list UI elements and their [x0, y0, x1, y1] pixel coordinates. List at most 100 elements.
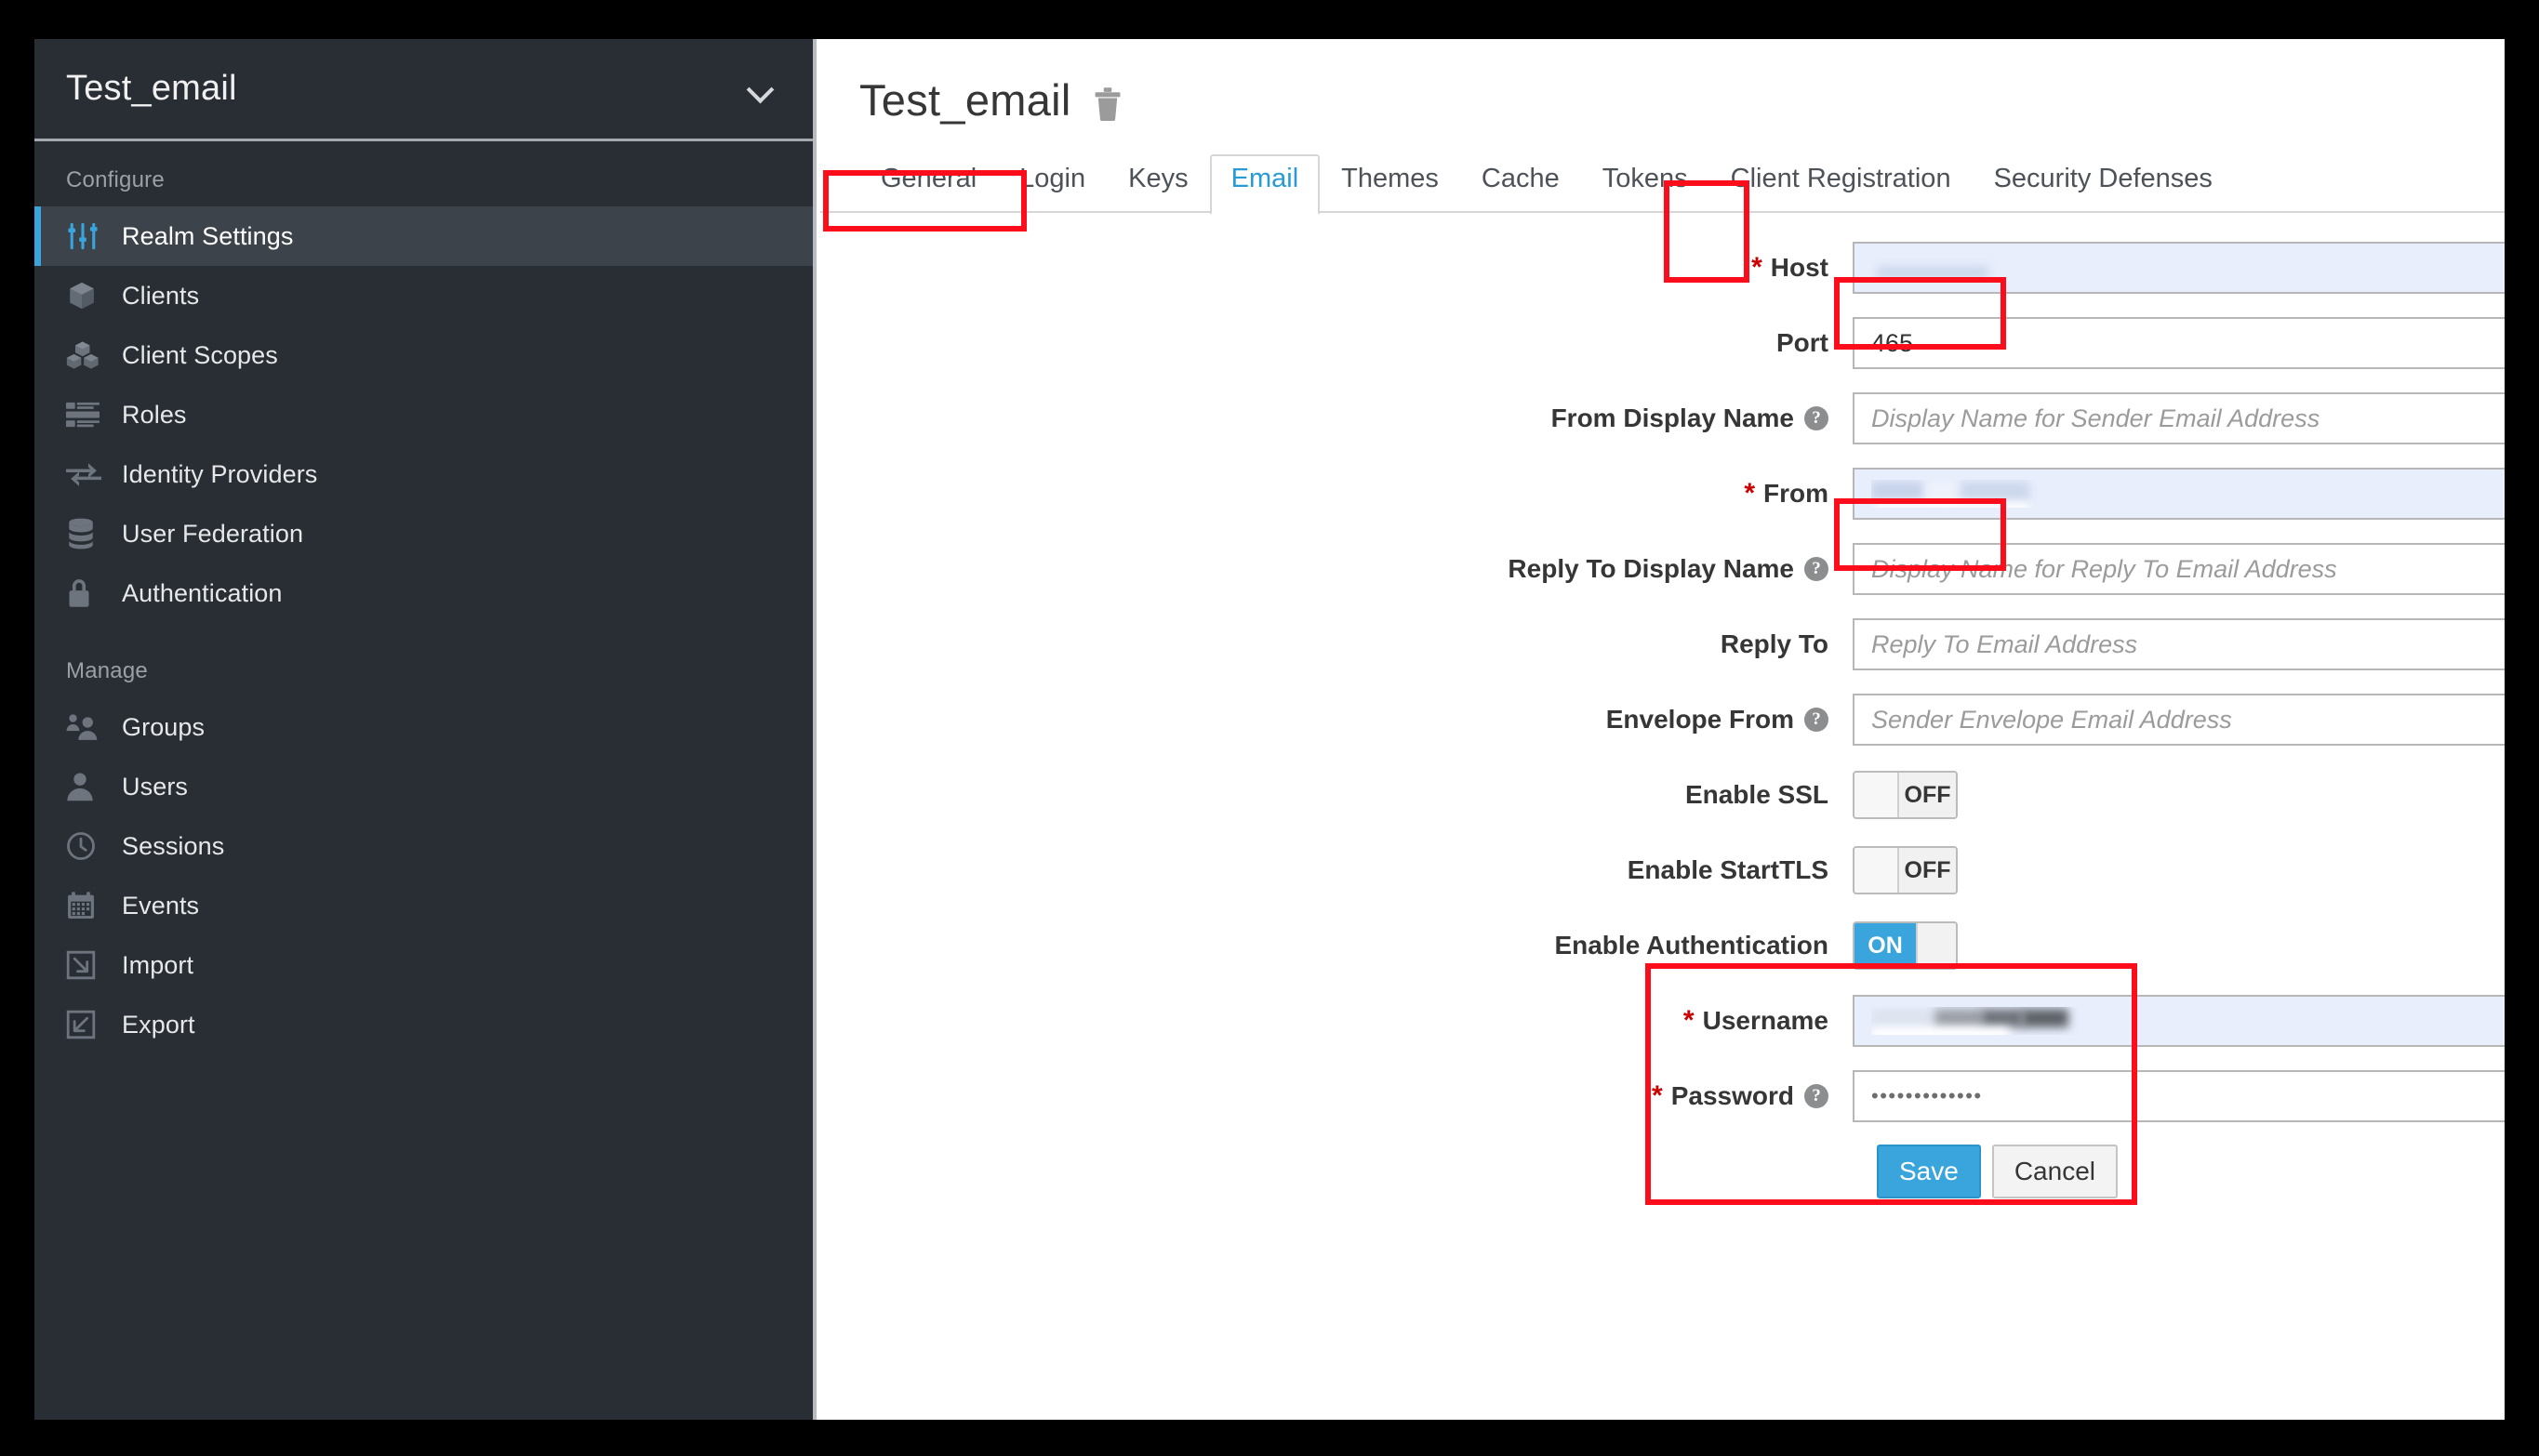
toggle-knob [1854, 848, 1899, 893]
input-from[interactable] [1853, 468, 2505, 520]
main-content: Test_email General Login Keys Email Themes Ca… [820, 39, 2505, 1420]
required-asterisk: * [1744, 478, 1755, 509]
chevron-down-icon [748, 76, 774, 102]
sidebar: Test_email Configure Realm Settings Client… [34, 39, 817, 1420]
keycloak-admin-console: Test_email Configure Realm Settings Client… [34, 39, 2505, 1420]
form-row-enable-starttls: Enable StartTLS OFF [820, 843, 2505, 897]
calendar-icon [66, 887, 107, 924]
toggle-enable-authentication[interactable]: ON [1853, 921, 1958, 970]
toggle-enable-starttls[interactable]: OFF [1853, 846, 1958, 894]
label-text: Enable Authentication [1554, 931, 1828, 960]
sidebar-item-label: Realm Settings [122, 221, 294, 250]
email-settings-form: * Host Port 465 From Display Name? Display Na… [820, 241, 2505, 1198]
input-reply-to[interactable]: Reply To Email Address [1853, 618, 2505, 670]
lock-icon [66, 575, 107, 612]
form-row-from: * From [820, 467, 2505, 521]
input-username[interactable] [1853, 995, 2505, 1047]
toggle-state-label: OFF [1899, 848, 1956, 893]
sidebar-item-export[interactable]: Export [34, 995, 813, 1054]
tab-login[interactable]: Login [998, 164, 1107, 213]
tab-client-registration[interactable]: Client Registration [1709, 164, 1973, 213]
sidebar-item-label: Identity Providers [122, 459, 318, 488]
clock-icon [66, 827, 107, 865]
tab-themes[interactable]: Themes [1320, 164, 1460, 213]
input-placeholder: Reply To Email Address [1871, 629, 2138, 658]
sidebar-item-events[interactable]: Events [34, 876, 813, 935]
database-icon [66, 515, 107, 552]
label-text: Host [1770, 253, 1828, 282]
form-actions: Save Cancel [820, 1145, 2505, 1198]
sidebar-item-user-federation[interactable]: User Federation [34, 504, 813, 563]
label-envelope-from: Envelope From? [820, 705, 1853, 735]
sidebar-item-label: Import [122, 950, 194, 979]
tab-keys[interactable]: Keys [1107, 164, 1209, 213]
label-text: Envelope From [1605, 705, 1794, 734]
sidebar-section-label-configure: Configure [66, 167, 165, 192]
form-row-username: * Username [820, 994, 2505, 1048]
form-row-enable-authentication: Enable Authentication ON [820, 919, 2505, 973]
page-title: Test_email [859, 75, 1071, 125]
required-asterisk: * [1652, 1080, 1663, 1111]
input-password[interactable]: ••••••••••••• [1853, 1070, 2505, 1122]
form-row-password: * Password? ••••••••••••• [820, 1069, 2505, 1123]
toggle-knob [1854, 773, 1899, 817]
toggle-enable-ssl[interactable]: OFF [1853, 771, 1958, 819]
sidebar-item-realm-settings[interactable]: Realm Settings [34, 206, 813, 266]
label-text: Password [1670, 1081, 1794, 1110]
page-header: Test_email [820, 39, 2505, 126]
cancel-button[interactable]: Cancel [1991, 1145, 2118, 1198]
sidebar-item-label: User Federation [122, 519, 304, 548]
help-icon[interactable]: ? [1804, 406, 1828, 430]
tab-general[interactable]: General [859, 164, 998, 213]
help-icon[interactable]: ? [1804, 708, 1828, 732]
redacted-value [1871, 254, 2085, 282]
toggle-knob [1916, 923, 1956, 968]
required-asterisk: * [1682, 1005, 1695, 1036]
sidebar-item-users[interactable]: Users [34, 757, 813, 816]
sidebar-item-authentication[interactable]: Authentication [34, 563, 813, 623]
cube-icon [66, 277, 107, 314]
tab-security-defenses[interactable]: Security Defenses [1973, 164, 2234, 213]
help-icon[interactable]: ? [1804, 1084, 1828, 1108]
redacted-value [1871, 480, 2085, 508]
label-text: From Display Name [1550, 404, 1794, 432]
input-port[interactable]: 465 [1853, 317, 2505, 369]
sidebar-item-sessions[interactable]: Sessions [34, 816, 813, 876]
sidebar-item-label: Events [122, 891, 200, 920]
sidebar-item-groups[interactable]: Groups [34, 697, 813, 757]
label-username: * Username [820, 1006, 1853, 1036]
users-group-icon [66, 708, 107, 746]
toggle-state-label: ON [1854, 923, 1916, 968]
input-value: 465 [1871, 328, 1914, 357]
label-text: Enable StartTLS [1627, 855, 1828, 884]
trash-icon[interactable] [1092, 86, 1123, 123]
sidebar-item-roles[interactable]: Roles [34, 385, 813, 444]
help-icon[interactable]: ? [1804, 557, 1828, 581]
input-reply-to-display-name[interactable]: Display Name for Reply To Email Address [1853, 543, 2505, 595]
sidebar-item-identity-providers[interactable]: Identity Providers [34, 444, 813, 504]
label-text: Enable SSL [1684, 780, 1828, 809]
input-envelope-from[interactable]: Sender Envelope Email Address [1853, 694, 2505, 746]
label-text: Reply To [1720, 629, 1828, 658]
sidebar-item-label: Sessions [122, 831, 225, 860]
sidebar-item-clients[interactable]: Clients [34, 266, 813, 325]
label-port: Port [820, 328, 1853, 358]
label-reply-to-display-name: Reply To Display Name? [820, 554, 1853, 584]
exchange-arrows-icon [66, 456, 107, 493]
input-host[interactable] [1853, 242, 2505, 294]
sidebar-item-client-scopes[interactable]: Client Scopes [34, 325, 813, 385]
realm-selector[interactable]: Test_email [34, 39, 813, 141]
sidebar-item-import[interactable]: Import [34, 935, 813, 995]
redacted-value [1871, 1007, 2085, 1035]
realm-selector-name: Test_email [66, 69, 237, 108]
required-asterisk: * [1751, 252, 1762, 283]
list-rows-icon [66, 396, 107, 433]
tab-email[interactable]: Email [1209, 154, 1321, 215]
tab-tokens[interactable]: Tokens [1581, 164, 1709, 213]
import-arrow-icon [66, 946, 107, 984]
input-from-display-name[interactable]: Display Name for Sender Email Address [1853, 392, 2505, 444]
save-button[interactable]: Save [1877, 1145, 1981, 1198]
label-enable-authentication: Enable Authentication [820, 931, 1853, 960]
tab-cache[interactable]: Cache [1460, 164, 1581, 213]
sidebar-item-label: Groups [122, 712, 206, 741]
